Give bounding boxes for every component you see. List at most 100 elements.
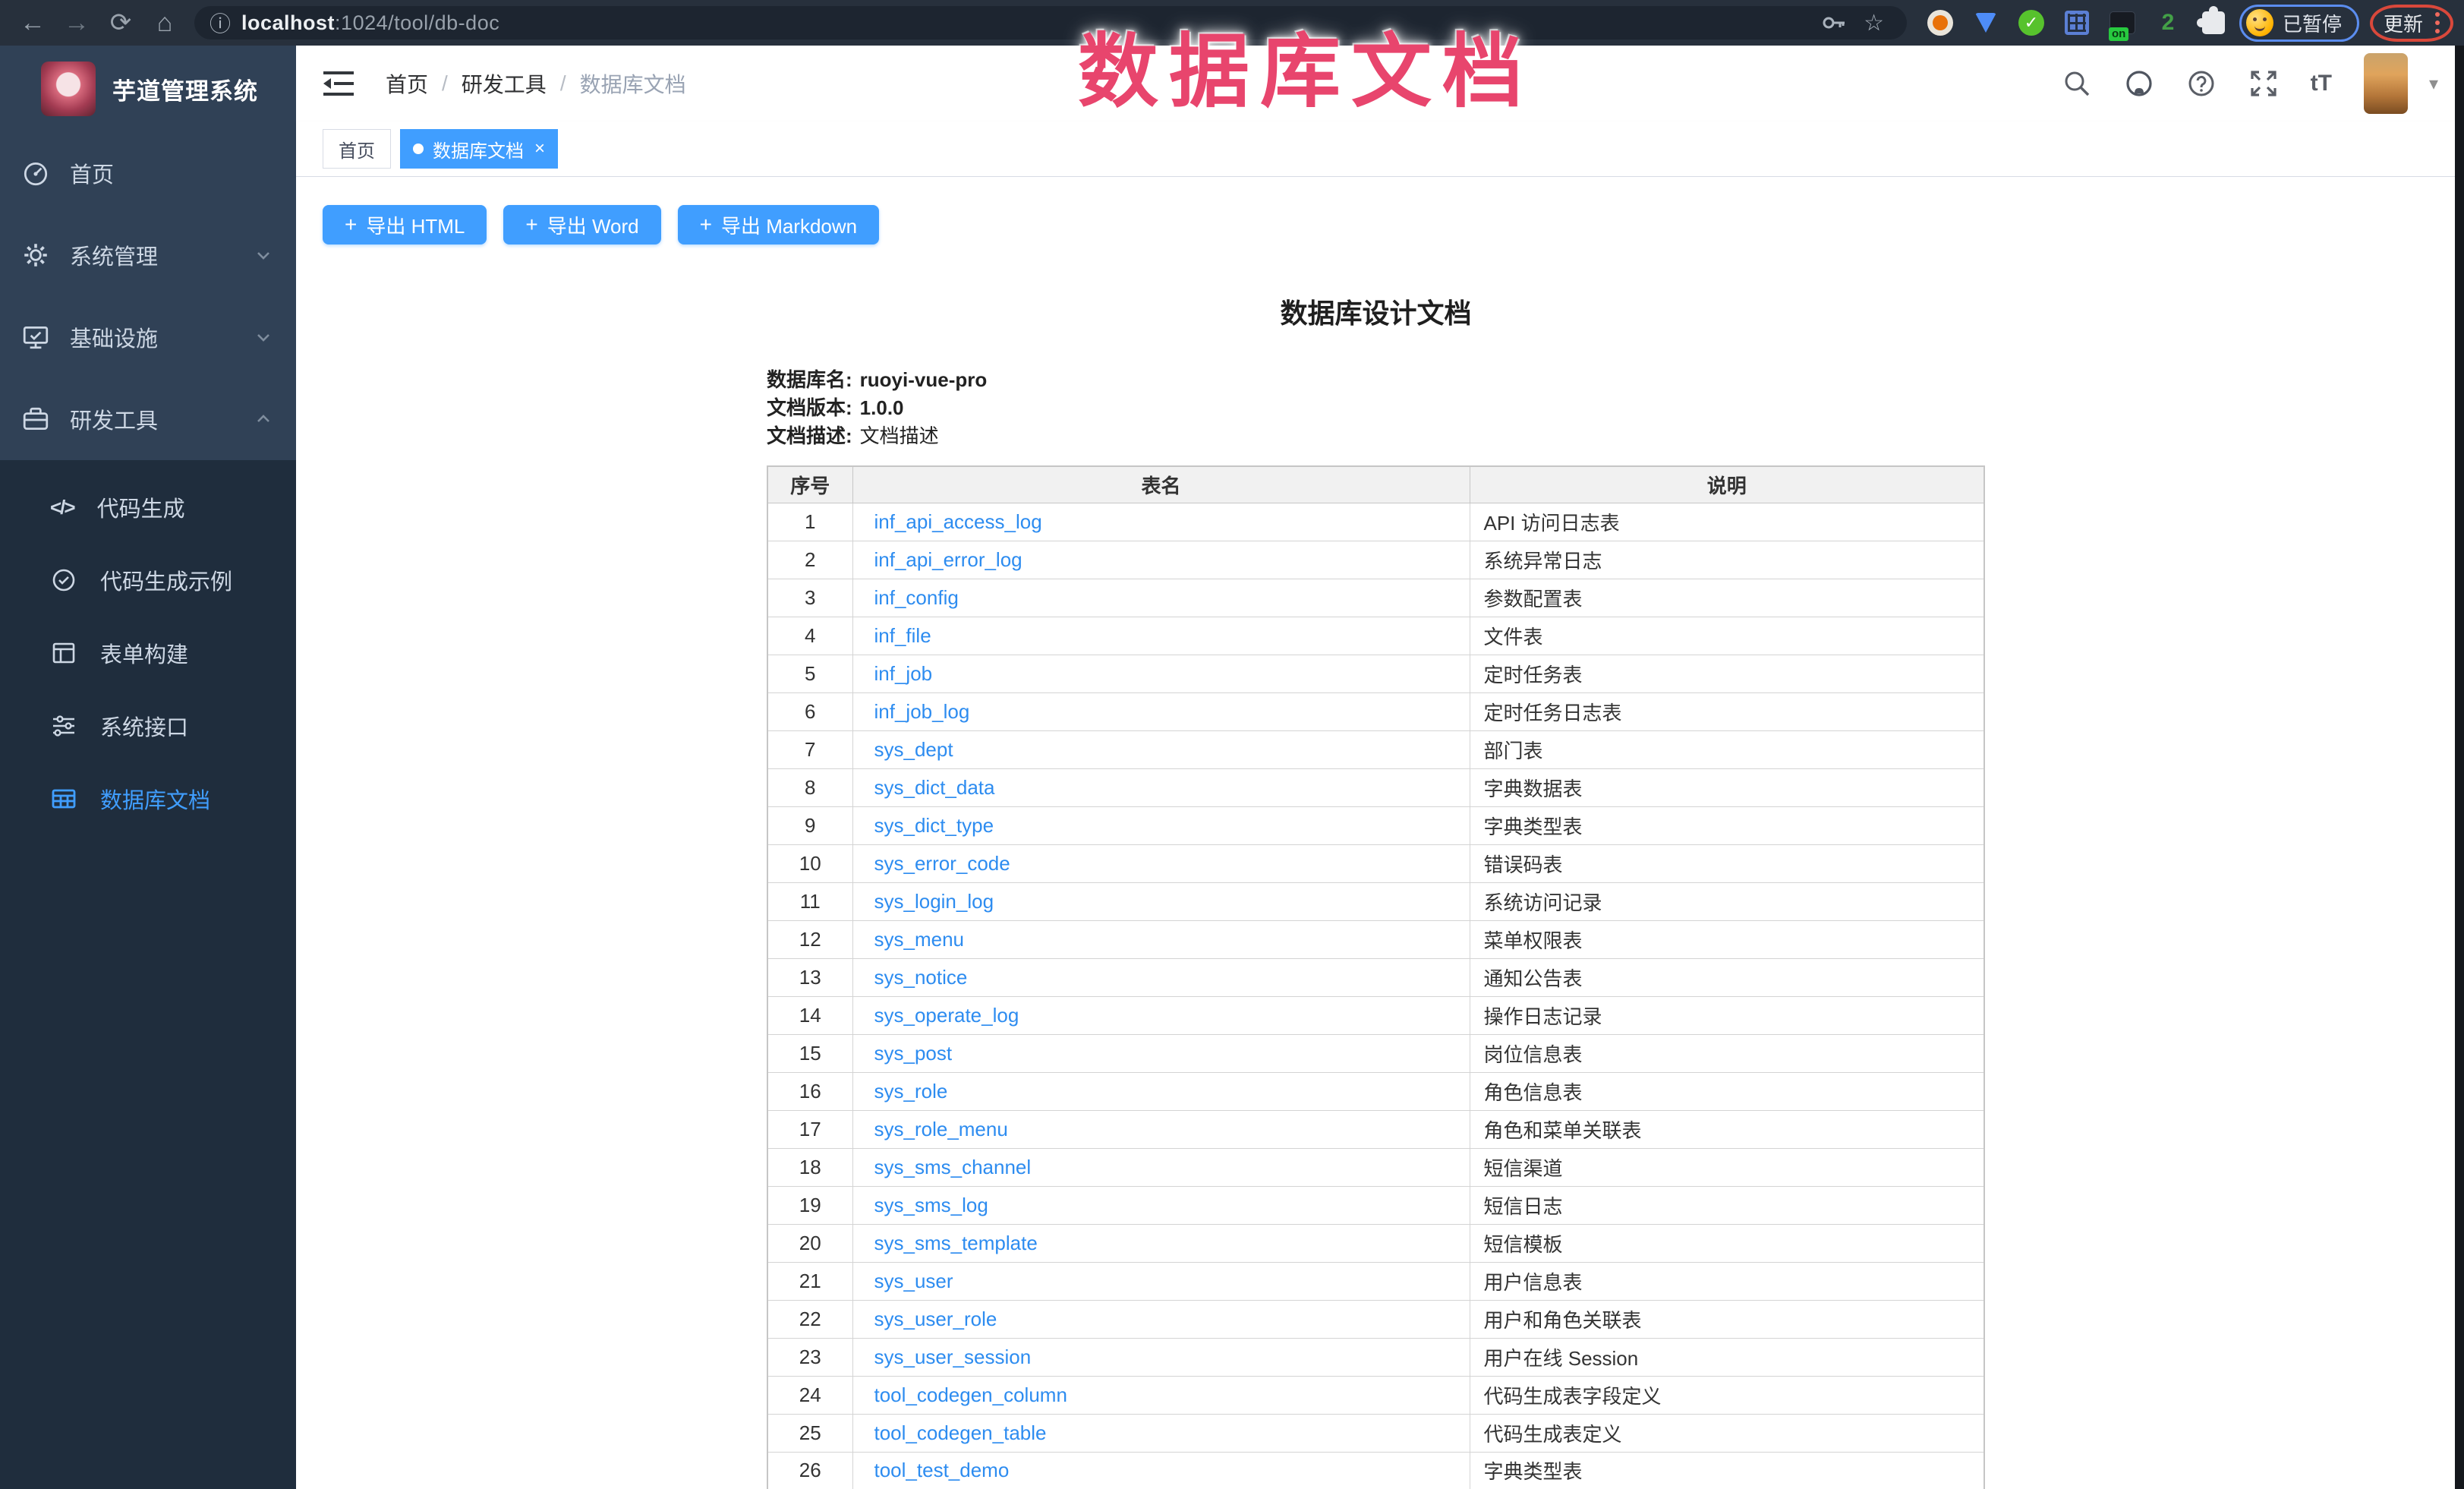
row-table-name: sys_notice xyxy=(852,958,1470,996)
sidebar-item-home[interactable]: 首页 xyxy=(0,132,296,214)
breadcrumb-home[interactable]: 首页 xyxy=(386,68,428,99)
table-name-link[interactable]: inf_job xyxy=(874,662,933,685)
table-name-link[interactable]: inf_api_error_log xyxy=(874,548,1022,571)
github-icon[interactable] xyxy=(2124,68,2154,99)
browser-menu-icon[interactable] xyxy=(2435,12,2440,33)
table-name-link[interactable]: sys_operate_log xyxy=(874,1004,1019,1027)
table-name-link[interactable]: sys_dict_type xyxy=(874,814,994,837)
table-name-link[interactable]: inf_job_log xyxy=(874,700,970,723)
row-description: 短信模板 xyxy=(1470,1224,1984,1262)
sidebar-item-devtools[interactable]: 研发工具 xyxy=(0,378,296,460)
table-name-link[interactable]: sys_notice xyxy=(874,966,968,989)
extension-console-icon[interactable]: on xyxy=(2107,8,2138,38)
search-icon[interactable] xyxy=(2062,68,2092,99)
sidebar-item-db-doc[interactable]: 数据库文档 xyxy=(0,762,296,835)
table-row: 11sys_login_log系统访问记录 xyxy=(767,882,1984,920)
row-table-name: sys_dict_data xyxy=(852,768,1470,806)
row-table-name: tool_codegen_column xyxy=(852,1376,1470,1414)
extension-target-icon[interactable] xyxy=(1925,8,1955,38)
row-table-name: sys_menu xyxy=(852,920,1470,958)
password-key-icon[interactable] xyxy=(1821,11,1847,34)
row-index: 7 xyxy=(767,730,852,768)
row-index: 21 xyxy=(767,1262,852,1300)
table-name-link[interactable]: sys_sms_template xyxy=(874,1232,1038,1254)
extension-check-icon[interactable]: ✓ xyxy=(2016,8,2047,38)
font-size-icon[interactable]: tT xyxy=(2311,71,2332,96)
url-text[interactable]: localhost:1024/tool/db-doc xyxy=(241,11,499,35)
row-description: 代码生成表字段定义 xyxy=(1470,1376,1984,1414)
bookmark-star-icon[interactable]: ☆ xyxy=(1864,10,1884,36)
app-title: 芋道管理系统 xyxy=(112,72,258,106)
site-info-icon[interactable]: ⓘ xyxy=(210,8,231,38)
browser-forward-icon[interactable]: → xyxy=(55,8,99,38)
table-name-link[interactable]: tool_codegen_table xyxy=(874,1421,1047,1444)
export-markdown-button[interactable]: + 导出 Markdown xyxy=(678,205,880,244)
table-row: 21sys_user用户信息表 xyxy=(767,1262,1984,1300)
export-html-button[interactable]: + 导出 HTML xyxy=(323,205,487,244)
table-name-link[interactable]: tool_test_demo xyxy=(874,1459,1010,1481)
browser-home-icon[interactable]: ⌂ xyxy=(143,8,187,38)
sidebar-item-label: 代码生成 xyxy=(97,491,185,523)
table-name-link[interactable]: inf_api_access_log xyxy=(874,510,1042,533)
extension-leaf-icon[interactable]: 2 xyxy=(2153,8,2183,38)
table-name-link[interactable]: sys_dept xyxy=(874,738,953,761)
fullscreen-icon[interactable] xyxy=(2248,68,2279,99)
table-name-link[interactable]: sys_error_code xyxy=(874,852,1010,875)
extension-grid-icon[interactable] xyxy=(2062,8,2092,38)
user-avatar[interactable] xyxy=(2364,53,2408,114)
table-name-link[interactable]: sys_role_menu xyxy=(874,1118,1008,1140)
extensions-puzzle-icon[interactable] xyxy=(2198,8,2229,38)
row-description: 操作日志记录 xyxy=(1470,996,1984,1034)
breadcrumb-devtools[interactable]: 研发工具 xyxy=(462,68,547,99)
sidebar-item-infrastructure[interactable]: 基础设施 xyxy=(0,296,296,378)
browser-back-icon[interactable]: ← xyxy=(11,8,55,38)
plus-icon: + xyxy=(700,213,712,237)
table-name-link[interactable]: sys_user xyxy=(874,1270,953,1292)
table-row: 16sys_role角色信息表 xyxy=(767,1072,1984,1110)
header-index: 序号 xyxy=(767,466,852,503)
sidebar-item-form-builder[interactable]: 表单构建 xyxy=(0,617,296,689)
table-name-link[interactable]: sys_sms_channel xyxy=(874,1156,1032,1178)
table-name-link[interactable]: sys_user_role xyxy=(874,1308,997,1330)
profile-paused-pill[interactable]: 已暂停 xyxy=(2239,5,2359,42)
sliders-icon xyxy=(50,712,77,740)
browser-reload-icon[interactable]: ⟳ xyxy=(99,8,143,38)
address-bar[interactable]: ⓘ localhost:1024/tool/db-doc ☆ xyxy=(194,6,1907,39)
table-name-link[interactable]: sys_post xyxy=(874,1042,953,1065)
browser-update-button[interactable]: 更新 xyxy=(2370,5,2453,42)
row-table-name: sys_user_session xyxy=(852,1338,1470,1376)
row-description: 用户在线 Session xyxy=(1470,1338,1984,1376)
table-name-link[interactable]: sys_sms_log xyxy=(874,1194,988,1216)
sidebar-item-system-api[interactable]: 系统接口 xyxy=(0,689,296,762)
table-name-link[interactable]: sys_login_log xyxy=(874,890,994,913)
sidebar-item-codegen[interactable]: </> 代码生成 xyxy=(0,471,296,544)
table-name-link[interactable]: inf_config xyxy=(874,586,959,609)
sidebar-collapse-icon[interactable] xyxy=(322,69,355,98)
tag-close-icon[interactable]: × xyxy=(534,140,545,158)
table-name-link[interactable]: sys_dict_data xyxy=(874,776,995,799)
row-table-name: inf_job_log xyxy=(852,692,1470,730)
tag-label: 数据库文档 xyxy=(433,136,524,162)
table-name-link[interactable]: inf_file xyxy=(874,624,931,647)
window-scrollbar[interactable] xyxy=(2455,46,2464,1489)
table-name-link[interactable]: sys_role xyxy=(874,1080,948,1103)
tag-home[interactable]: 首页 xyxy=(323,129,391,169)
export-word-button[interactable]: + 导出 Word xyxy=(503,205,660,244)
help-icon[interactable] xyxy=(2186,68,2217,99)
table-name-link[interactable]: tool_codegen_column xyxy=(874,1383,1067,1406)
row-index: 4 xyxy=(767,617,852,655)
table-name-link[interactable]: sys_menu xyxy=(874,928,965,951)
sidebar-item-codegen-example[interactable]: 代码生成示例 xyxy=(0,544,296,617)
table-row: 7sys_dept部门表 xyxy=(767,730,1984,768)
database-document: 数据库设计文档 数据库名:ruoyi-vue-pro 文档版本:1.0.0 文档… xyxy=(767,292,1985,1489)
avatar-dropdown-caret-icon[interactable]: ▾ xyxy=(2429,73,2438,95)
row-index: 18 xyxy=(767,1148,852,1186)
table-name-link[interactable]: sys_user_session xyxy=(874,1345,1032,1368)
row-index: 19 xyxy=(767,1186,852,1224)
row-table-name: sys_sms_log xyxy=(852,1186,1470,1224)
tag-db-doc[interactable]: 数据库文档 × xyxy=(400,129,558,169)
sidebar-item-system[interactable]: 系统管理 xyxy=(0,214,296,296)
extension-drop-icon[interactable] xyxy=(1971,8,2001,38)
app-logo[interactable]: 芋道管理系统 xyxy=(0,46,296,132)
row-index: 8 xyxy=(767,768,852,806)
